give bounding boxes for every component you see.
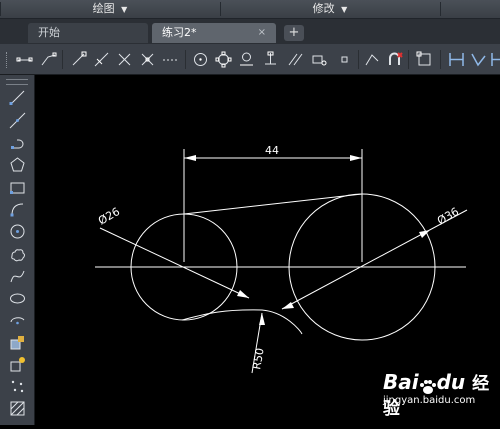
menu-bar: 绘图 ▼ 修改 ▼ <box>0 0 500 19</box>
toolbar-separator <box>62 50 63 69</box>
watermark-logo: Bai du 经验 <box>383 369 500 419</box>
menu-separator <box>0 2 1 16</box>
arrowhead <box>259 313 265 325</box>
magnet-icon[interactable] <box>386 51 403 68</box>
toolbar-separator <box>440 50 441 69</box>
make-block-icon[interactable] <box>9 356 26 373</box>
circle-icon[interactable] <box>9 223 26 240</box>
insert-block-icon[interactable] <box>9 334 26 351</box>
dimension-icon[interactable] <box>262 51 279 68</box>
circle-center-icon[interactable] <box>192 51 209 68</box>
tangent-line[interactable] <box>183 193 363 215</box>
paw-icon <box>419 376 437 394</box>
fillet-arc-r50[interactable] <box>181 309 303 335</box>
spline-icon[interactable] <box>9 268 26 285</box>
menu-separator <box>440 2 441 16</box>
point-icon[interactable] <box>9 378 26 395</box>
watermark-brand2: du <box>436 370 466 394</box>
dim-text-diameter-small[interactable]: Ø26 <box>96 205 122 228</box>
menu-draw-label: 绘图 <box>92 2 115 15</box>
line-icon[interactable] <box>9 89 26 106</box>
object-snap-toolbar <box>0 44 500 75</box>
midpoint-icon[interactable] <box>238 51 255 68</box>
cross-small-icon[interactable] <box>139 51 156 68</box>
arc-icon[interactable] <box>9 201 26 218</box>
chevron-down-icon: ▼ <box>121 5 128 14</box>
tab-drawing-label: 练习2* <box>162 26 197 39</box>
revcloud-icon[interactable] <box>9 246 26 263</box>
aligned-dim-icon[interactable] <box>470 51 487 68</box>
dim-text-diameter-large[interactable]: Ø36 <box>435 205 461 228</box>
chevron-down-icon: ▼ <box>341 5 348 14</box>
polyline-icon[interactable] <box>9 134 26 151</box>
arrowhead <box>237 290 249 298</box>
parallel-icon[interactable] <box>287 51 304 68</box>
toolbar-grip[interactable] <box>6 52 10 68</box>
construction-line-icon[interactable] <box>9 112 26 129</box>
line-endpoint-icon[interactable] <box>70 51 87 68</box>
diameter-leader-small[interactable] <box>99 227 250 299</box>
snap-off-icon[interactable] <box>364 51 381 68</box>
menu-modify[interactable]: 修改 ▼ <box>290 0 370 18</box>
ellipse-arc-icon[interactable] <box>9 312 26 329</box>
file-tab-bar: 开始 练习2* × + <box>0 19 500 44</box>
linear-dim-icon[interactable] <box>448 51 465 68</box>
drawing-canvas[interactable]: 44 Ø26 Ø36 R50 Bai du 经验 jingyan.baidu.co… <box>35 75 500 425</box>
polyline-icon[interactable] <box>40 51 57 68</box>
polygon-icon[interactable] <box>9 156 26 173</box>
construction-line-icon[interactable] <box>93 51 110 68</box>
point-line-icon[interactable] <box>16 51 33 68</box>
arrowhead <box>184 155 196 161</box>
small-square-icon[interactable] <box>336 51 353 68</box>
toolbar-separator <box>185 50 186 69</box>
dim-text-radius[interactable]: R50 <box>250 347 267 371</box>
viewport-icon[interactable] <box>416 51 433 68</box>
menu-modify-label: 修改 <box>312 2 335 15</box>
tab-start[interactable]: 开始 <box>28 23 148 43</box>
ellipse-icon[interactable] <box>9 290 26 307</box>
toolbar-separator <box>358 50 359 69</box>
menu-separator <box>220 2 221 16</box>
tab-start-label: 开始 <box>38 26 60 39</box>
cross-icon[interactable] <box>116 51 133 68</box>
ellipse-node-icon[interactable] <box>215 51 232 68</box>
new-tab-button[interactable]: + <box>284 25 304 41</box>
arrowhead <box>350 155 362 161</box>
dashed-line-icon[interactable] <box>162 51 179 68</box>
toolbar-grip[interactable] <box>6 79 28 85</box>
toolbar-separator <box>408 50 409 69</box>
tab-drawing[interactable]: 练习2* × <box>152 23 276 43</box>
watermark-brand: Bai <box>383 370 419 394</box>
draw-toolbar <box>0 75 35 425</box>
hatch-icon[interactable] <box>9 400 26 417</box>
block-icon[interactable] <box>311 51 328 68</box>
menu-draw[interactable]: 绘图 ▼ <box>70 0 150 18</box>
dim-text-44[interactable]: 44 <box>265 144 279 157</box>
watermark-url: jingyan.baidu.com <box>383 395 476 406</box>
rectangle-icon[interactable] <box>9 179 26 196</box>
rotate-dim-icon[interactable] <box>490 51 500 68</box>
close-icon[interactable]: × <box>258 23 266 43</box>
